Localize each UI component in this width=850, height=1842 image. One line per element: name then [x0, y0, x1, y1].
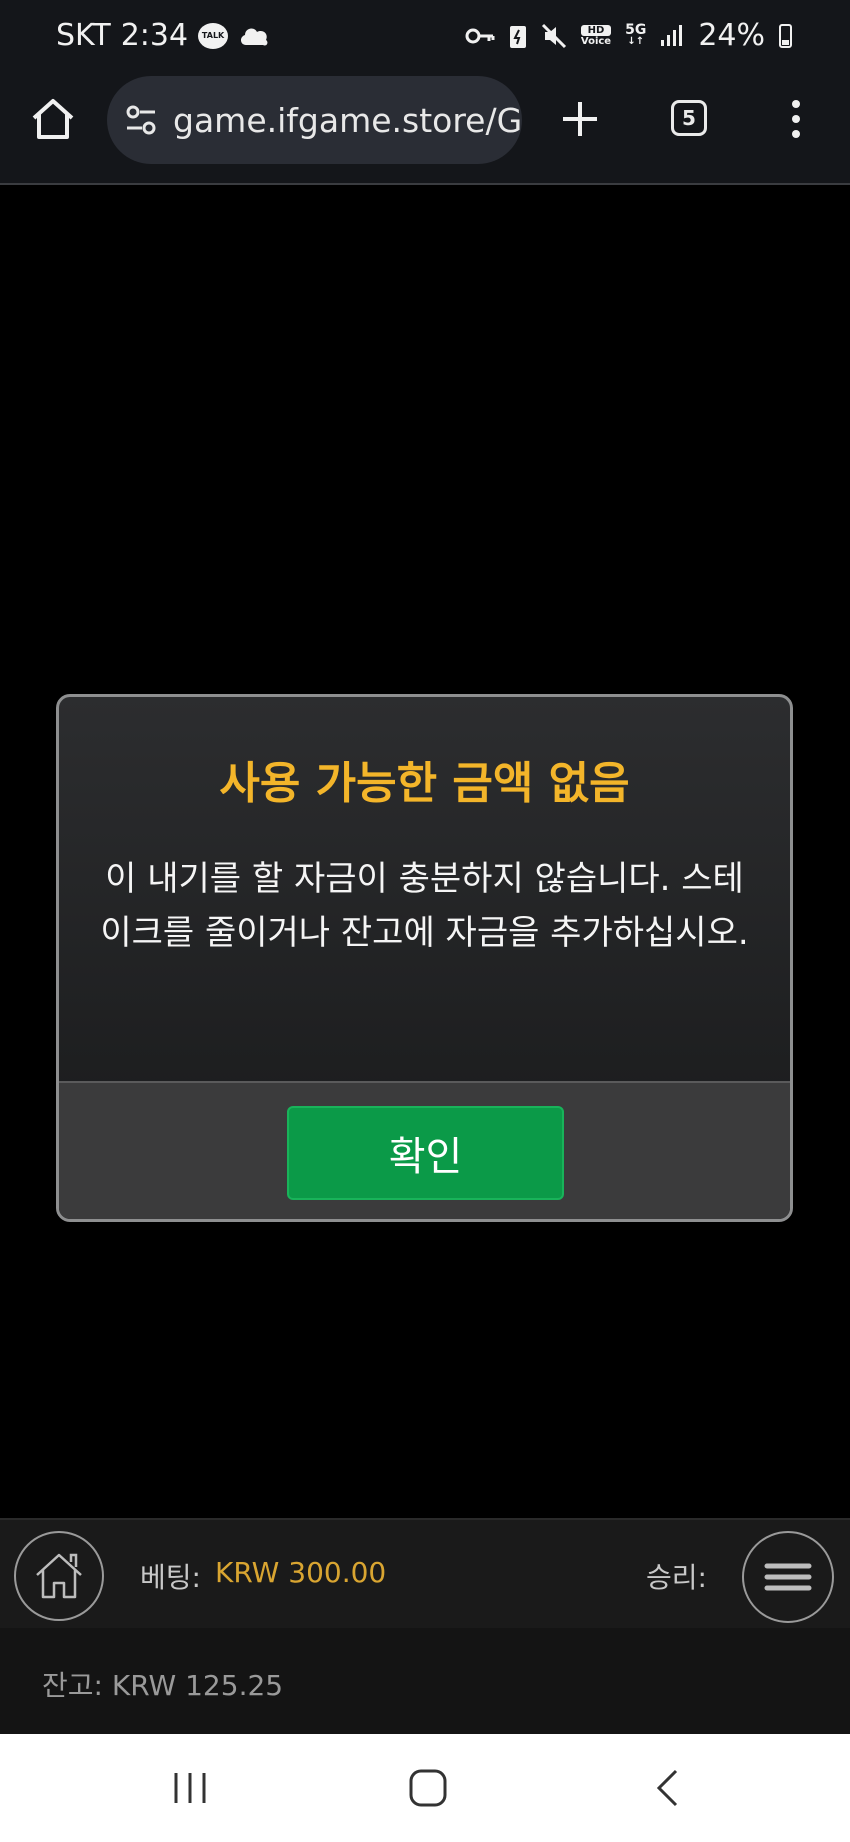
balance-text: 잔고: KRW 125.25 — [42, 1669, 284, 1702]
dialog-message: 이 내기를 할 자금이 충분하지 않습니다. 스테이크를 줄이거나 잔고에 자금… — [100, 859, 749, 953]
mute-icon — [541, 23, 566, 48]
plus-icon[interactable] — [555, 94, 605, 144]
talk-badge-text: TALK — [201, 31, 225, 40]
dialog-footer: 확인 — [59, 1081, 790, 1219]
address-bar[interactable]: game.ifgame.store/G — [107, 76, 522, 164]
status-bar: SKT 2:34 TALK HD Voice 5G ↓↑ 24% — [0, 0, 850, 76]
nav-home-icon[interactable] — [408, 1768, 448, 1808]
win-label: 승리: — [646, 1561, 707, 1594]
cloud-chat-icon — [241, 27, 268, 45]
data-arrows: ↓↑ — [627, 35, 645, 47]
status-right: HD Voice 5G ↓↑ 24% — [465, 18, 792, 53]
bet-value[interactable]: KRW 300.00 — [215, 1556, 386, 1589]
vpn-key-icon — [465, 28, 495, 43]
battery-percent: 24% — [698, 18, 765, 53]
confirm-button[interactable]: 확인 — [287, 1106, 564, 1200]
clock: 2:34 — [120, 18, 189, 53]
home-icon[interactable] — [30, 96, 76, 142]
game-menu-button[interactable] — [742, 1531, 834, 1623]
voice-text: Voice — [580, 35, 612, 47]
system-nav-bar — [0, 1734, 850, 1842]
network-5g-icon: 5G ↓↑ — [625, 21, 647, 47]
network-text: 5G — [625, 21, 647, 38]
dialog-title: 사용 가능한 금액 없음 — [219, 758, 630, 809]
url-text[interactable]: game.ifgame.store/G — [173, 101, 522, 140]
status-left: SKT 2:34 TALK — [56, 18, 270, 53]
battery-saver-icon — [509, 25, 526, 48]
carrier-label: SKT — [56, 18, 111, 53]
recents-icon[interactable] — [170, 1768, 210, 1808]
home-outline-icon — [36, 1553, 82, 1599]
game-home-button[interactable] — [14, 1531, 104, 1621]
hd-voice-icon: HD Voice — [580, 24, 612, 47]
kakaotalk-icon: TALK — [198, 22, 229, 49]
tabs-icon[interactable]: 5 — [671, 100, 707, 136]
insufficient-funds-dialog: 사용 가능한 금액 없음 이 내기를 할 자금이 충분하지 않습니다. 스테이크… — [56, 694, 793, 1222]
bet-label: 베팅: — [140, 1561, 201, 1594]
hamburger-icon — [764, 1563, 812, 1591]
more-vert-icon[interactable] — [784, 96, 808, 142]
signal-icon — [661, 24, 683, 46]
hd-text: HD — [580, 24, 612, 36]
game-control-bar: 베팅: KRW 300.00 승리: — [0, 1518, 850, 1630]
battery-icon — [779, 23, 792, 48]
tab-count: 5 — [682, 106, 696, 130]
tune-icon[interactable] — [123, 102, 159, 138]
back-icon[interactable] — [648, 1768, 688, 1808]
browser-toolbar: game.ifgame.store/G 5 — [0, 76, 850, 185]
balance-bar: 잔고: KRW 125.25 — [0, 1628, 850, 1734]
